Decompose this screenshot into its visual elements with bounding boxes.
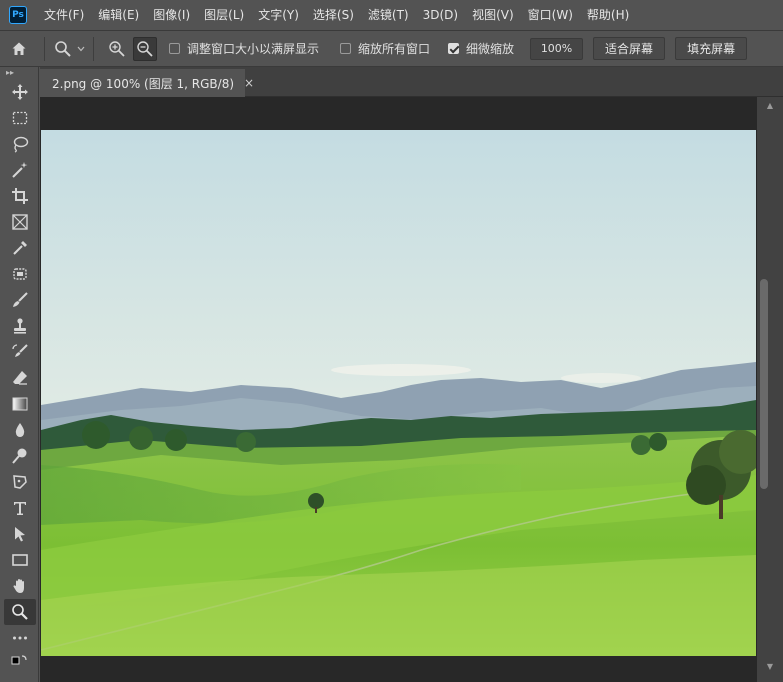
crop-icon: [12, 188, 28, 204]
rectangular-marquee-icon: [12, 111, 28, 125]
type-tool[interactable]: [4, 495, 36, 521]
menu-file[interactable]: 文件(F): [37, 0, 91, 30]
clone-stamp-icon: [14, 318, 26, 334]
scrubby-zoom-checkbox[interactable]: 细微缩放: [448, 40, 514, 57]
stamp-tool[interactable]: [4, 313, 36, 339]
fill-screen-button[interactable]: 填充屏幕: [675, 37, 748, 60]
magic-wand-icon: [12, 162, 28, 178]
blur-drop-icon: [15, 423, 25, 437]
options-bar: 调整窗口大小以满屏显示 缩放所有窗口 细微缩放 100% 适合屏幕 填充屏幕: [0, 30, 783, 67]
frame-tool[interactable]: [4, 209, 36, 235]
eyedropper-icon: [13, 241, 27, 255]
history-brush-icon: [12, 344, 28, 357]
zoom-tool[interactable]: [4, 599, 36, 625]
eraser-tool[interactable]: [4, 365, 36, 391]
more-tools[interactable]: [4, 625, 36, 651]
lasso-tool[interactable]: [4, 131, 36, 157]
home-icon[interactable]: [0, 34, 38, 64]
photoshop-logo-icon: Ps: [9, 6, 27, 24]
more-icon: [13, 636, 27, 640]
zoom-all-windows-label: 缩放所有窗口: [358, 42, 431, 56]
scroll-down-icon[interactable]: ▼: [757, 660, 783, 674]
move-tool[interactable]: [4, 79, 36, 105]
eyedropper-tool[interactable]: [4, 235, 36, 261]
document-tab-bar: 2.png @ 100% (图层 1, RGB/8) ×: [40, 67, 783, 97]
fit-screen-button[interactable]: 适合屏幕: [593, 37, 666, 60]
path-select-tool[interactable]: [4, 521, 36, 547]
zoom-all-windows-checkbox[interactable]: 缩放所有窗口: [340, 40, 430, 57]
divider: [44, 36, 45, 61]
move-icon: [12, 84, 28, 100]
crop-tool[interactable]: [4, 183, 36, 209]
rectangle-icon: [12, 554, 28, 566]
resize-windows-label: 调整窗口大小以满屏显示: [187, 42, 320, 56]
dodge-tool[interactable]: [4, 443, 36, 469]
checkbox-checked[interactable]: [448, 43, 460, 54]
menu-edit[interactable]: 编辑(E): [91, 0, 146, 30]
healing-brush-icon: [13, 268, 27, 280]
dodge-icon: [12, 448, 27, 464]
zoom-level-field[interactable]: 100%: [530, 37, 584, 60]
blur-tool[interactable]: [4, 417, 36, 443]
panel-collapse-icon[interactable]: ▸▸: [0, 67, 38, 79]
magic-wand-tool[interactable]: [4, 157, 36, 183]
menu-window[interactable]: 窗口(W): [521, 0, 580, 30]
checkbox-unchecked[interactable]: [169, 43, 180, 54]
chevron-down-icon[interactable]: [75, 34, 87, 64]
menu-view[interactable]: 视图(V): [465, 0, 521, 30]
lasso-icon: [13, 136, 29, 153]
eraser-icon: [13, 371, 27, 385]
hand-tool[interactable]: [4, 573, 36, 599]
type-icon: [14, 502, 26, 515]
menu-select[interactable]: 选择(S): [306, 0, 361, 30]
default-colors-icon[interactable]: [4, 651, 36, 671]
menu-3d[interactable]: 3D(D): [416, 0, 465, 30]
menu-type[interactable]: 文字(Y): [251, 0, 306, 30]
close-icon[interactable]: ×: [244, 76, 254, 90]
frame-icon: [12, 214, 28, 230]
history-brush-tool[interactable]: [4, 339, 36, 365]
menu-image[interactable]: 图像(I): [146, 0, 197, 30]
brush-icon: [13, 292, 28, 307]
menu-help[interactable]: 帮助(H): [580, 0, 636, 30]
swap-colors-icon: [11, 655, 27, 665]
gradient-icon: [12, 397, 28, 411]
marquee-tool[interactable]: [4, 105, 36, 131]
gradient-tool[interactable]: [4, 391, 36, 417]
zoom-preset-icon[interactable]: [51, 34, 75, 64]
healing-tool[interactable]: [4, 261, 36, 287]
zoom-icon: [12, 604, 28, 620]
zoom-in-icon[interactable]: [104, 37, 130, 61]
divider: [93, 36, 94, 61]
document-image[interactable]: [41, 130, 756, 656]
landscape-image: [41, 130, 756, 656]
scrollbar-thumb[interactable]: [760, 279, 768, 489]
tools-panel: ▸▸: [0, 67, 39, 682]
pen-tool[interactable]: [4, 469, 36, 495]
path-selection-icon: [15, 527, 25, 542]
zoom-out-icon[interactable]: [133, 36, 157, 61]
vertical-scrollbar[interactable]: ▲ ▼: [757, 97, 783, 682]
document-tab[interactable]: 2.png @ 100% (图层 1, RGB/8) ×: [40, 69, 254, 97]
brush-tool[interactable]: [4, 287, 36, 313]
menu-layer[interactable]: 图层(L): [197, 0, 251, 30]
pen-icon: [13, 475, 27, 489]
scroll-up-icon[interactable]: ▲: [757, 99, 783, 113]
resize-windows-checkbox[interactable]: 调整窗口大小以满屏显示: [169, 40, 319, 57]
menu-bar: Ps 文件(F) 编辑(E) 图像(I) 图层(L) 文字(Y) 选择(S) 滤…: [0, 0, 783, 30]
canvas-area[interactable]: [40, 97, 757, 682]
document-tab-title: 2.png @ 100% (图层 1, RGB/8): [52, 76, 235, 91]
hand-icon: [13, 579, 24, 593]
checkbox-unchecked[interactable]: [340, 43, 352, 54]
rectangle-tool[interactable]: [4, 547, 36, 573]
menu-filter[interactable]: 滤镜(T): [361, 0, 416, 30]
scrubby-zoom-label: 细微缩放: [466, 42, 515, 56]
